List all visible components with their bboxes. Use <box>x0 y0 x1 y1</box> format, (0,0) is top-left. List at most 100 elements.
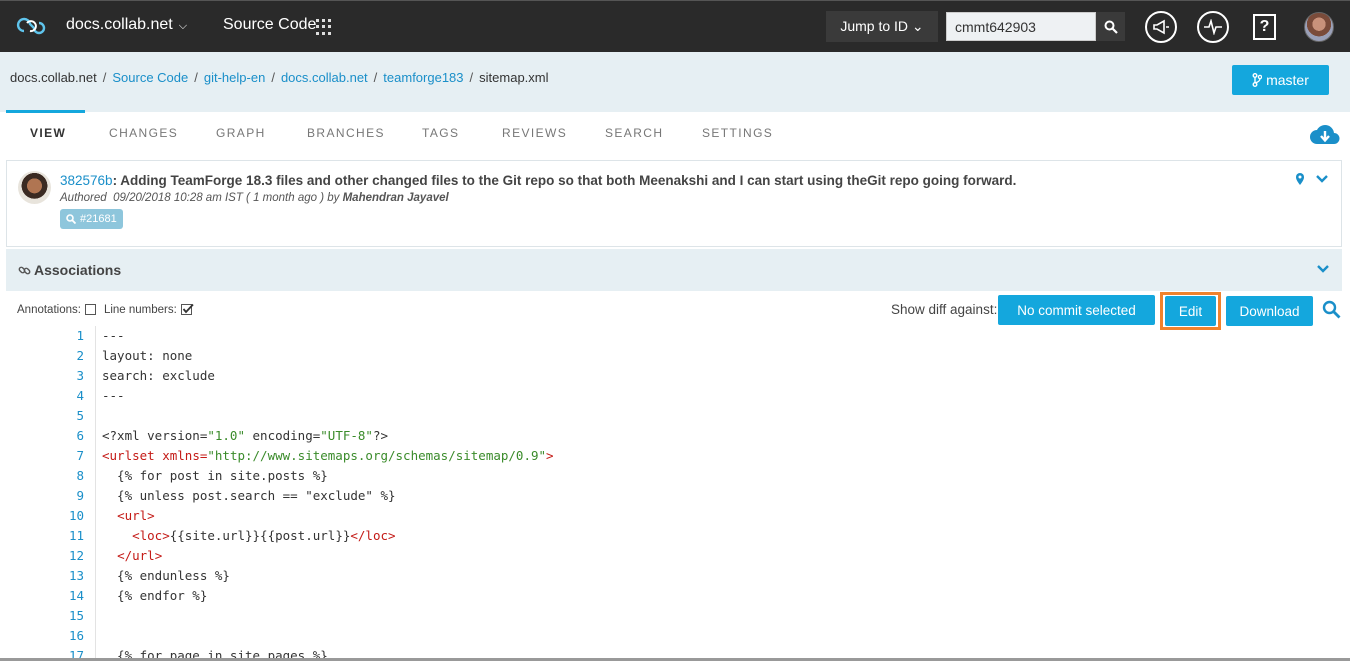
branch-selector-button[interactable]: master <box>1232 65 1329 95</box>
line-number[interactable]: 16 <box>0 626 84 646</box>
code-text: search: exclude <box>102 368 215 383</box>
project-switcher[interactable]: docs.collab.net ⌵ <box>66 16 187 34</box>
tab-tags[interactable]: TAGS <box>422 126 459 140</box>
code-line: 10 <url> <box>0 506 1350 526</box>
code-text: <url> <box>117 508 155 523</box>
line-number[interactable]: 2 <box>0 346 84 366</box>
jump-to-id-label: Jump to ID <box>840 18 909 34</box>
commit-message: : Adding TeamForge 18.3 files and other … <box>112 173 1017 188</box>
search-button[interactable] <box>1096 12 1125 41</box>
jump-to-id-button[interactable]: Jump to ID ⌄ <box>826 11 938 42</box>
code-line: 9 {% unless post.search == "exclude" %} <box>0 486 1350 506</box>
line-number[interactable]: 8 <box>0 466 84 486</box>
megaphone-icon <box>1153 19 1169 35</box>
code-line: 6 <?xml version="1.0" encoding="UTF-8"?> <box>0 426 1350 446</box>
code-line: 15 <box>0 606 1350 626</box>
line-number[interactable]: 14 <box>0 586 84 606</box>
code-text: --- <box>102 388 125 403</box>
code-line: 14 {% endfor %} <box>0 586 1350 606</box>
line-number[interactable]: 13 <box>0 566 84 586</box>
cloud-download-icon[interactable] <box>1309 122 1341 148</box>
apps-grid-icon[interactable] <box>316 19 332 35</box>
commit-meta: Authored 09/20/2018 10:28 am IST ( 1 mon… <box>60 192 449 204</box>
link-icon <box>18 266 31 274</box>
tab-search[interactable]: SEARCH <box>605 126 663 140</box>
chevron-down-icon[interactable] <box>1316 264 1330 274</box>
associations-label: Associations <box>34 262 122 278</box>
line-number[interactable]: 12 <box>0 546 84 566</box>
code-text: {% endfor %} <box>102 588 208 603</box>
announcements-button[interactable] <box>1145 11 1177 43</box>
code-line: 13 {% endunless %} <box>0 566 1350 586</box>
code-text: <urlset xmlns="http://www.sitemaps.org/s… <box>102 448 554 463</box>
breadcrumb-current: sitemap.xml <box>479 70 549 85</box>
line-number[interactable]: 11 <box>0 526 84 546</box>
branch-label: master <box>1266 72 1309 88</box>
line-number[interactable]: 1 <box>0 326 84 346</box>
commit-hash-link[interactable]: 382576b <box>60 173 113 188</box>
breadcrumb-link[interactable]: git-help-en <box>204 70 265 85</box>
line-number[interactable]: 4 <box>0 386 84 406</box>
tab-settings[interactable]: SETTINGS <box>702 126 773 140</box>
breadcrumb-root: docs.collab.net <box>10 70 97 85</box>
tab-changes[interactable]: CHANGES <box>109 126 178 140</box>
code-line: 12 </url> <box>0 546 1350 566</box>
breadcrumb-link[interactable]: Source Code <box>112 70 188 85</box>
code-text: <loc>{{site.url}}{{post.url}}</loc> <box>132 528 396 543</box>
line-number[interactable]: 6 <box>0 426 84 446</box>
no-commit-selected-button[interactable]: No commit selected <box>998 295 1155 325</box>
code-text: {% unless post.search == "exclude" %} <box>102 488 396 503</box>
line-number[interactable]: 10 <box>0 506 84 526</box>
tab-graph[interactable]: GRAPH <box>216 126 266 140</box>
code-line: 5 <box>0 406 1350 426</box>
breadcrumb-link[interactable]: docs.collab.net <box>281 70 368 85</box>
repo-tabs: VIEW CHANGES GRAPH BRANCHES TAGS REVIEWS… <box>0 113 1350 155</box>
search-icon <box>1104 20 1118 34</box>
chevron-down-icon[interactable] <box>1315 174 1329 184</box>
line-number[interactable]: 3 <box>0 366 84 386</box>
chevron-down-icon: ⌄ <box>911 18 924 34</box>
activity-pulse-icon <box>1204 19 1222 35</box>
artifact-tag[interactable]: #21681 <box>60 209 123 229</box>
code-line: 3 search: exclude <box>0 366 1350 386</box>
commit-title: 382576b: Adding TeamForge 18.3 files and… <box>60 173 1016 188</box>
code-line: 4 --- <box>0 386 1350 406</box>
search-input[interactable] <box>946 12 1096 41</box>
section-title[interactable]: Source Code <box>223 16 316 34</box>
code-text: <?xml version="1.0" encoding="UTF-8"?> <box>102 428 389 443</box>
help-icon[interactable]: ? <box>1253 14 1276 40</box>
tab-view[interactable]: VIEW <box>30 126 66 140</box>
code-text: </url> <box>117 548 163 563</box>
authored-label: Authored <box>60 192 107 204</box>
user-avatar[interactable] <box>1304 12 1334 42</box>
code-line: 1 --- <box>0 326 1350 346</box>
collabnet-logo-icon[interactable] <box>16 16 46 38</box>
activity-button[interactable] <box>1197 11 1229 43</box>
diff-label: Show diff against: <box>891 302 998 317</box>
code-text: layout: none <box>102 348 193 363</box>
breadcrumb: docs.collab.net / Source Code / git-help-en /… <box>10 70 549 85</box>
code-text: {% for post in site.posts %} <box>102 468 328 483</box>
breadcrumb-link[interactable]: teamforge183 <box>383 70 463 85</box>
edit-button[interactable]: Edit <box>1165 296 1216 326</box>
code-line: 2 layout: none <box>0 346 1350 366</box>
location-pin-icon[interactable] <box>1295 172 1305 186</box>
commit-card: 382576b: Adding TeamForge 18.3 files and… <box>6 160 1342 247</box>
associations-header: Associations <box>18 262 121 278</box>
tab-branches[interactable]: BRANCHES <box>307 126 385 140</box>
associations-panel[interactable]: Associations <box>6 249 1342 291</box>
search-icon[interactable] <box>1322 300 1341 319</box>
tab-reviews[interactable]: REVIEWS <box>502 126 567 140</box>
line-numbers-checkbox[interactable] <box>180 303 194 316</box>
annotations-label: Annotations: <box>17 303 81 316</box>
download-button[interactable]: Download <box>1226 296 1313 326</box>
git-branch-icon <box>1252 73 1263 87</box>
code-line: 16 <box>0 626 1350 646</box>
line-numbers-label: Line numbers: <box>103 303 177 316</box>
line-number[interactable]: 7 <box>0 446 84 466</box>
code-text: {% endunless %} <box>102 568 230 583</box>
annotations-checkbox[interactable] <box>84 304 96 315</box>
line-number[interactable]: 5 <box>0 406 84 426</box>
line-number[interactable]: 15 <box>0 606 84 626</box>
line-number[interactable]: 9 <box>0 486 84 506</box>
